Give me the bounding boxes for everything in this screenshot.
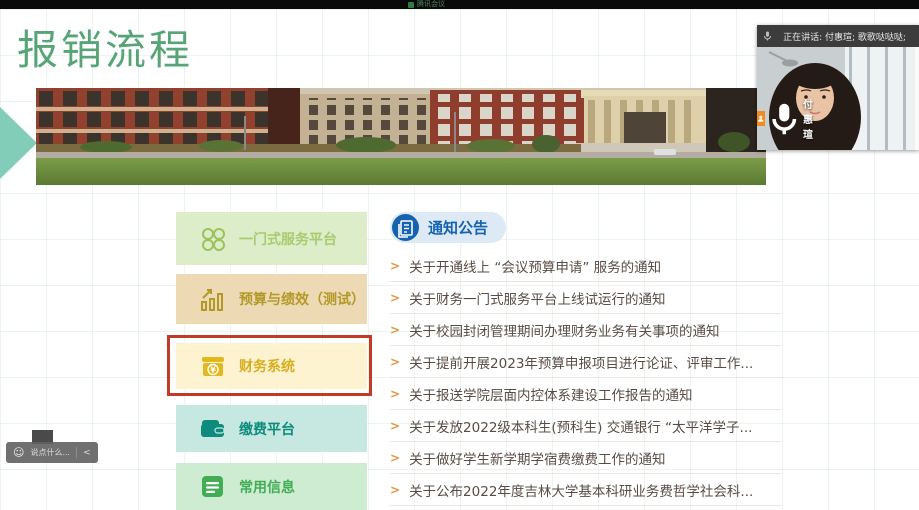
notice-item-title: 关于开通线上 “会议预算申请” 服务的通知 (409, 256, 661, 276)
divider (76, 447, 77, 458)
notices-header-label: 通知公告 (428, 217, 488, 238)
notice-item-title: 关于做好学生新学期学宿费缴费工作的通知 (409, 448, 666, 468)
notices-header[interactable]: 通知公告 (390, 212, 506, 243)
notice-item[interactable]: > 关于提前开展2023年预算申报项目进行论证、评审工作... (390, 346, 782, 378)
shield-icon (408, 2, 414, 8)
decorative-triangle (0, 107, 37, 179)
webcam-video: 付惠瑄 (757, 47, 919, 150)
campus-photo-graphic (36, 88, 766, 185)
chevron-right-icon: > (390, 323, 400, 337)
chevron-right-icon: > (390, 291, 400, 305)
bar-chart-growth-icon (200, 286, 226, 312)
sidebar-item-label: 一门式服务平台 (239, 229, 337, 249)
chat-input[interactable]: 说点什么... (30, 447, 70, 458)
document-list-icon (200, 474, 226, 500)
notice-item-title: 关于提前开展2023年预算申报项目进行论证、评审工作... (409, 352, 753, 372)
sidebar-item-label: 常用信息 (239, 477, 295, 497)
sidebar-item-label: 财务系统 (239, 356, 295, 376)
sidebar-item-payment-platform[interactable]: 缴费平台 (176, 405, 367, 452)
sidebar-item-finance-system[interactable]: ¥ 财务系统 (176, 343, 367, 389)
speaking-status: 正在讲话: 付惠瑄; 歌歌哒哒哒; (776, 30, 913, 43)
cash-box-icon: ¥ (200, 353, 226, 379)
webcam-window: 正在讲话: 付惠瑄; 歌歌哒哒哒; (757, 25, 919, 150)
notice-item[interactable]: > 关于报送学院层面内控体系建设工作报告的通知 (390, 378, 782, 410)
page-title: 报销流程 (17, 16, 193, 76)
notice-item-title: 关于报送学院层面内控体系建设工作报告的通知 (409, 384, 693, 404)
participant-name-bar: 付惠瑄 (757, 96, 818, 141)
notice-item[interactable]: > 关于公布2022年度吉林大学基本科研业务费哲学社会科... (390, 474, 782, 506)
notice-item-title: 关于发放2022级本科生(预科生) 交通银行 “太平洋学子... (409, 416, 752, 436)
campus-photo (36, 88, 766, 185)
notice-item[interactable]: > 关于做好学生新学期学宿费缴费工作的通知 (390, 442, 782, 474)
notice-item[interactable]: > 关于校园封闭管理期间办理财务业务有关事项的通知 (390, 314, 782, 346)
participant-name: 付惠瑄 (803, 96, 818, 141)
microphone-icon (769, 98, 800, 140)
quick-chat-bar[interactable]: ☺ 说点什么... < (6, 442, 98, 463)
microphone-icon (763, 30, 772, 42)
meeting-screen-share: 腾讯会议 报销流程 (0, 0, 919, 510)
meeting-toolbar[interactable]: 腾讯会议 (0, 0, 919, 9)
avatar (757, 111, 765, 126)
notice-list: > 关于开通线上 “会议预算申请” 服务的通知 > 关于财务一门式服务平台上线试… (390, 250, 782, 506)
meeting-app-title: 腾讯会议 (417, 0, 445, 9)
sidebar-item-budget-performance[interactable]: 预算与绩效（测试） (176, 274, 367, 324)
chevron-right-icon: > (390, 451, 400, 465)
clover-grid-icon (200, 226, 226, 252)
sidebar-item-common-info[interactable]: 常用信息 (176, 463, 367, 510)
wallet-icon (200, 416, 226, 442)
notice-item[interactable]: > 关于财务一门式服务平台上线试运行的通知 (390, 282, 782, 314)
bulletin-icon (392, 214, 419, 241)
notice-item-title: 关于校园封闭管理期间办理财务业务有关事项的通知 (409, 320, 720, 340)
notice-item[interactable]: > 关于开通线上 “会议预算申请” 服务的通知 (390, 250, 782, 282)
chevron-right-icon: > (390, 259, 400, 273)
sidebar-item-label: 缴费平台 (239, 419, 295, 439)
notice-item-title: 关于财务一门式服务平台上线试运行的通知 (409, 288, 666, 308)
sidebar-item-one-stop-service[interactable]: 一门式服务平台 (176, 212, 367, 265)
chevron-right-icon: > (390, 419, 400, 433)
chevron-right-icon: > (390, 355, 400, 369)
meeting-app-pill[interactable]: 腾讯会议 (408, 0, 445, 9)
sidebar-item-label: 预算与绩效（测试） (239, 289, 365, 309)
person-icon (757, 111, 765, 126)
emoji-icon[interactable]: ☺ (13, 447, 24, 458)
yen-glyph: ¥ (210, 366, 216, 375)
webcam-header[interactable]: 正在讲话: 付惠瑄; 歌歌哒哒哒; (757, 25, 919, 47)
chevron-right-icon: > (390, 483, 400, 497)
notice-item[interactable]: > 关于发放2022级本科生(预科生) 交通银行 “太平洋学子... (390, 410, 782, 442)
chevron-right-icon: > (390, 387, 400, 401)
collapse-chevron-icon[interactable]: < (83, 448, 91, 458)
notice-item-title: 关于公布2022年度吉林大学基本科研业务费哲学社会科... (409, 480, 753, 500)
